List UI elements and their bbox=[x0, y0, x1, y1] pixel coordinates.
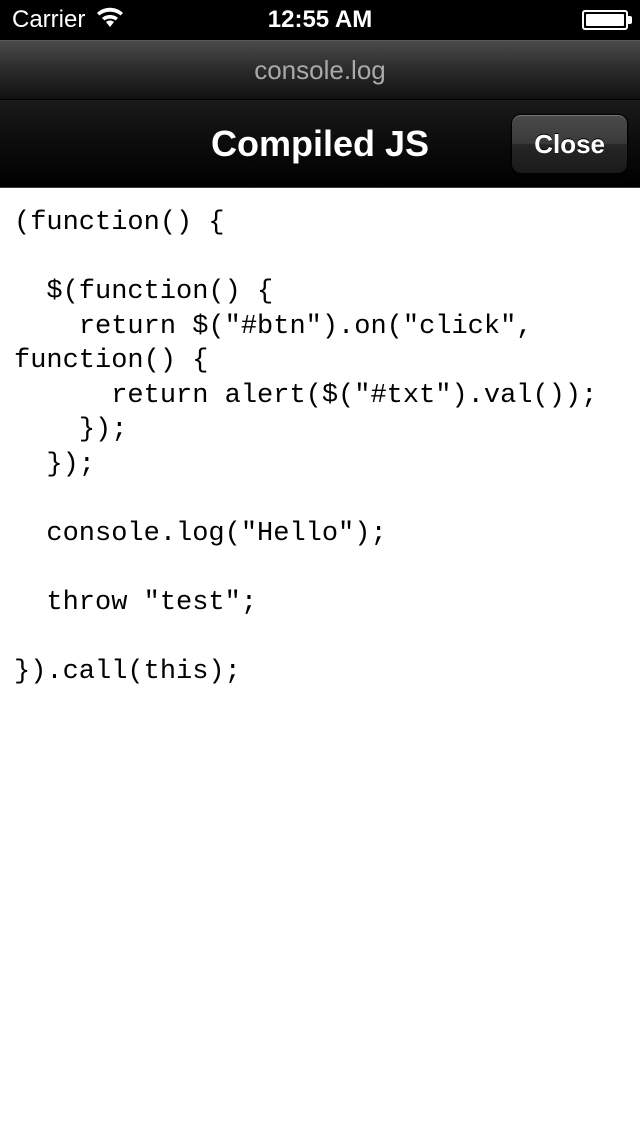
wifi-icon bbox=[95, 6, 125, 35]
browser-titlebar: console.log bbox=[0, 40, 640, 100]
battery-icon bbox=[582, 10, 628, 30]
modal-title: Compiled JS bbox=[211, 123, 429, 165]
close-button[interactable]: Close bbox=[511, 114, 628, 174]
carrier-label: Carrier bbox=[12, 6, 85, 34]
code-area[interactable]: (function() { $(function() { return $("#… bbox=[0, 188, 640, 1136]
status-right bbox=[582, 10, 628, 30]
modal-header: Compiled JS Close bbox=[0, 100, 640, 188]
browser-title: console.log bbox=[254, 55, 386, 86]
code-content: (function() { $(function() { return $("#… bbox=[14, 206, 626, 690]
status-bar: Carrier 12:55 AM bbox=[0, 0, 640, 40]
status-left: Carrier bbox=[12, 6, 125, 35]
close-button-label: Close bbox=[534, 129, 605, 160]
